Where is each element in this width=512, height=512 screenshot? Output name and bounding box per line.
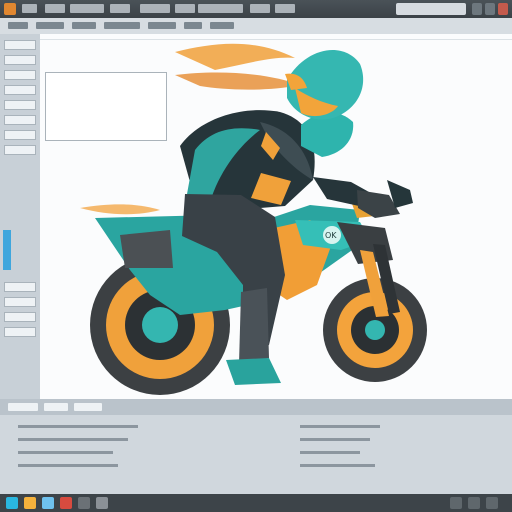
taskbar-app-icon[interactable]	[42, 497, 54, 509]
window-title	[22, 4, 37, 13]
menu-view[interactable]	[110, 4, 130, 13]
menu-window[interactable]	[250, 4, 270, 13]
sidebar-item[interactable]	[4, 282, 36, 292]
tray-icon[interactable]	[450, 497, 462, 509]
toolbar-item-3[interactable]	[72, 22, 96, 29]
panel-row	[18, 464, 118, 467]
sidebar-item[interactable]	[4, 327, 36, 337]
toolbar-item-4[interactable]	[104, 22, 140, 29]
panel-row	[300, 438, 370, 441]
svg-text:OK: OK	[325, 231, 337, 240]
taskbar-app-icon[interactable]	[60, 497, 72, 509]
bottom-panel-tabs	[0, 399, 512, 415]
taskbar	[0, 494, 512, 512]
menu-extra[interactable]	[275, 4, 295, 13]
maximize-icon[interactable]	[485, 3, 495, 15]
tray-icon[interactable]	[486, 497, 498, 509]
panel-tab[interactable]	[8, 403, 38, 411]
left-sidebar	[0, 34, 41, 399]
app-icon	[4, 3, 16, 15]
sidebar-item[interactable]	[4, 55, 36, 65]
sidebar-item[interactable]	[4, 145, 36, 155]
minimize-icon[interactable]	[472, 3, 482, 15]
close-icon[interactable]	[498, 3, 508, 15]
sidebar-item[interactable]	[4, 40, 36, 50]
panel-row	[18, 451, 113, 454]
panel-row	[18, 425, 138, 428]
sidebar-item[interactable]	[4, 130, 36, 140]
panel-tab[interactable]	[74, 403, 102, 411]
menu-edit[interactable]	[70, 4, 104, 13]
motorcycle-rider-illustration: OK	[80, 43, 427, 395]
taskbar-app-icon[interactable]	[96, 497, 108, 509]
panel-row	[300, 464, 375, 467]
menu-file[interactable]	[45, 4, 65, 13]
panel-tab[interactable]	[44, 403, 68, 411]
menu-insert[interactable]	[140, 4, 170, 13]
start-button[interactable]	[6, 497, 18, 509]
sidebar-item[interactable]	[4, 115, 36, 125]
tray-icon[interactable]	[468, 497, 480, 509]
taskbar-app-icon[interactable]	[78, 497, 90, 509]
sidebar-item[interactable]	[4, 70, 36, 80]
menu-tools[interactable]	[175, 4, 195, 13]
sidebar-item[interactable]	[4, 85, 36, 95]
toolbar-item-1[interactable]	[8, 22, 28, 29]
motorcycle-logo: OK	[323, 226, 341, 244]
panel-row	[18, 438, 128, 441]
toolbar-item-2[interactable]	[36, 22, 64, 29]
taskbar-app-icon[interactable]	[24, 497, 36, 509]
sidebar-selection-indicator	[3, 230, 11, 270]
sidebar-item[interactable]	[4, 297, 36, 307]
toolbar-item-6[interactable]	[184, 22, 202, 29]
toolbar-item-5[interactable]	[148, 22, 176, 29]
sidebar-item[interactable]	[4, 312, 36, 322]
menu-help[interactable]	[198, 4, 243, 13]
panel-row	[300, 451, 360, 454]
window-titlebar	[0, 0, 512, 18]
search-field[interactable]	[396, 3, 466, 15]
panel-row	[300, 425, 380, 428]
sidebar-item[interactable]	[4, 100, 36, 110]
toolbar-item-7[interactable]	[210, 22, 234, 29]
